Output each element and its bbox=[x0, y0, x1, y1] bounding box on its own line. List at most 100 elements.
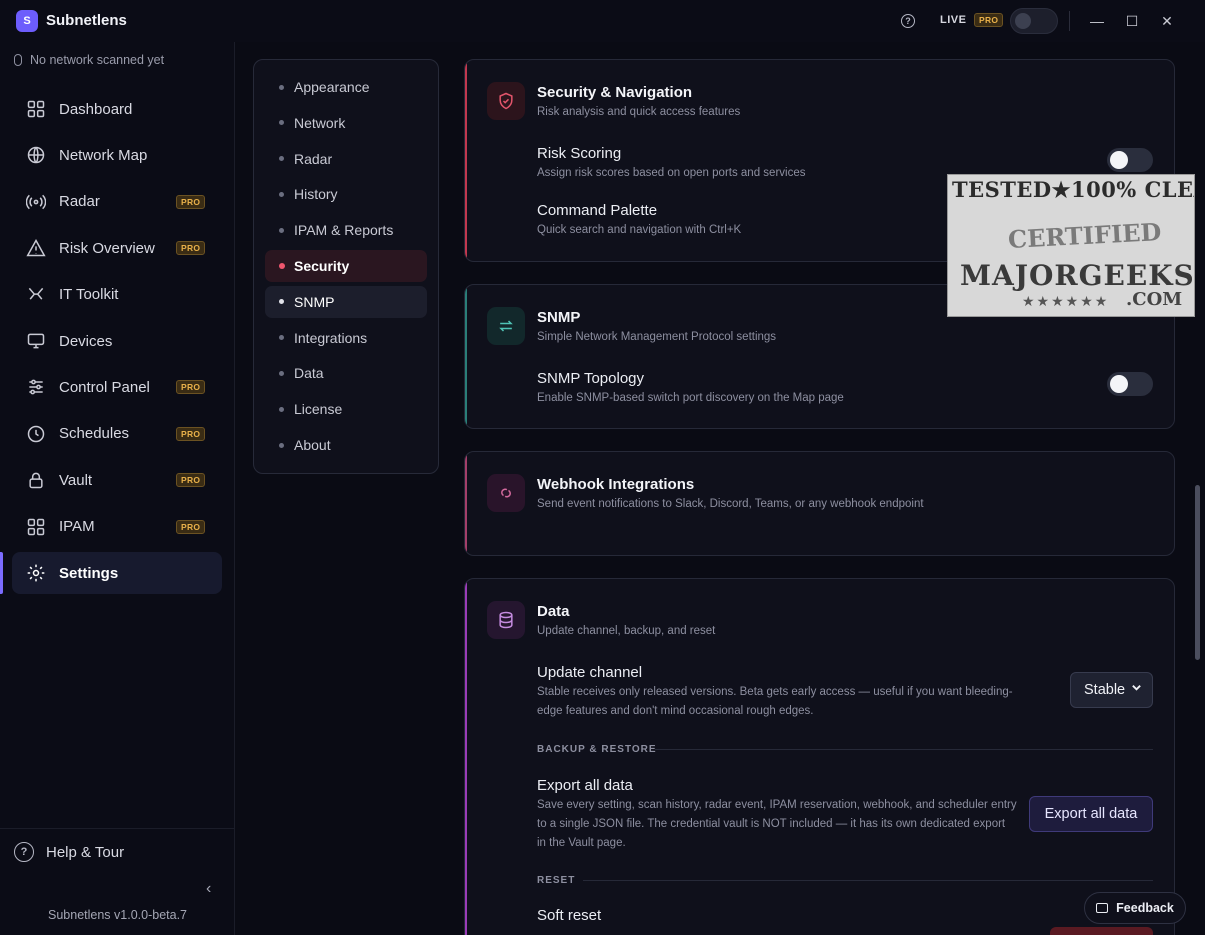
live-toggle[interactable] bbox=[1010, 8, 1058, 34]
webhook-card: Webhook Integrations Send event notifica… bbox=[464, 451, 1175, 556]
settings-nav-license[interactable]: License bbox=[265, 393, 427, 425]
settings-nav-ipam-reports[interactable]: IPAM & Reports bbox=[265, 214, 427, 246]
nav-bullet bbox=[279, 156, 284, 162]
scan-status-text: No network scanned yet bbox=[30, 53, 165, 67]
settings-nav-radar[interactable]: Radar bbox=[265, 143, 427, 175]
snmp-topology-label: SNMP Topology bbox=[537, 370, 645, 387]
sidebar-item-radar[interactable]: Radar PRO bbox=[12, 181, 222, 223]
update-channel-value: Stable bbox=[1084, 682, 1126, 698]
titlebar-divider bbox=[1069, 11, 1070, 31]
settings-nav-snmp[interactable]: SNMP bbox=[265, 285, 427, 318]
settings-nav-data[interactable]: Data bbox=[265, 357, 427, 389]
settings-nav-appearance[interactable]: Appearance bbox=[265, 71, 427, 103]
gear-icon bbox=[26, 563, 46, 583]
pro-badge: PRO bbox=[176, 194, 206, 209]
export-label: Export all data bbox=[537, 777, 633, 794]
sidebar-item-risk-overview[interactable]: Risk Overview PRO bbox=[12, 227, 222, 269]
sidebar-item-label: Dashboard bbox=[59, 100, 133, 118]
webhook-icon bbox=[487, 474, 525, 512]
ipam-grid-icon bbox=[26, 517, 46, 537]
sidebar-item-devices[interactable]: Devices bbox=[12, 320, 222, 362]
settings-nav-label: History bbox=[294, 186, 338, 203]
sidebar-item-label: IPAM bbox=[59, 518, 95, 536]
scan-status: No network scanned yet bbox=[14, 53, 164, 67]
toolkit-icon bbox=[26, 285, 46, 305]
shield-icon bbox=[487, 82, 525, 120]
sidebar-item-control-panel[interactable]: Control Panel PRO bbox=[12, 366, 222, 408]
sidebar-item-network-map[interactable]: Network Map bbox=[12, 134, 222, 176]
scrollbar-thumb[interactable] bbox=[1195, 485, 1200, 660]
settings-nav-about[interactable]: About bbox=[265, 429, 427, 461]
sidebar-item-schedules[interactable]: Schedules PRO bbox=[12, 413, 222, 455]
export-all-data-button[interactable]: Export all data bbox=[1029, 796, 1153, 832]
message-icon bbox=[1096, 903, 1109, 913]
app-logo: S bbox=[16, 10, 38, 32]
update-channel-select[interactable]: Stable bbox=[1070, 672, 1153, 708]
settings-nav-label: SNMP bbox=[294, 293, 335, 310]
sidebar-item-label: IT Toolkit bbox=[59, 286, 119, 304]
settings-nav-history[interactable]: History bbox=[265, 178, 427, 210]
section-divider bbox=[583, 880, 1153, 881]
watermark-stars: ★★★★★★ bbox=[1022, 293, 1110, 309]
nav-bullet bbox=[279, 227, 284, 233]
maximize-icon[interactable]: ☐ bbox=[1123, 12, 1141, 30]
settings-nav-integrations[interactable]: Integrations bbox=[265, 322, 427, 354]
soft-reset-button[interactable] bbox=[1050, 927, 1153, 935]
settings-nav-security[interactable]: Security bbox=[265, 250, 427, 282]
radar-icon bbox=[26, 192, 46, 212]
sidebar-item-settings[interactable]: Settings bbox=[12, 552, 222, 594]
feedback-button[interactable]: Feedback bbox=[1084, 892, 1186, 924]
sidebar-divider bbox=[0, 828, 235, 829]
database-icon bbox=[487, 601, 525, 639]
nav-bullet bbox=[279, 406, 284, 412]
command-palette-description: Quick search and navigation with Ctrl+K bbox=[537, 224, 742, 236]
nav-bullet bbox=[279, 299, 284, 305]
sidebar-item-label: Radar bbox=[59, 193, 100, 211]
card-subtitle: Send event notifications to Slack, Disco… bbox=[537, 498, 924, 510]
close-icon[interactable]: ✕ bbox=[1158, 12, 1176, 30]
sidebar-item-it-toolkit[interactable]: IT Toolkit bbox=[12, 274, 222, 316]
nav-bullet bbox=[279, 120, 284, 126]
sliders-icon bbox=[26, 377, 46, 397]
card-subtitle: Risk analysis and quick access features bbox=[537, 106, 741, 118]
settings-nav-label: Network bbox=[294, 114, 346, 131]
card-title: Webhook Integrations bbox=[537, 476, 695, 493]
globe-icon bbox=[26, 145, 46, 165]
reset-heading: RESET bbox=[537, 875, 576, 886]
help-tour-button[interactable]: ? Help & Tour bbox=[14, 842, 124, 862]
warning-triangle-icon bbox=[26, 238, 46, 258]
collapse-sidebar-icon[interactable]: ‹ bbox=[206, 880, 211, 898]
chevron-down-icon bbox=[1131, 682, 1142, 696]
minimize-icon[interactable]: — bbox=[1088, 12, 1106, 30]
help-icon[interactable]: ? bbox=[901, 14, 915, 28]
watermark-line2: CERTIFIED bbox=[1007, 217, 1163, 254]
risk-scoring-toggle[interactable] bbox=[1107, 148, 1153, 172]
pro-badge: PRO bbox=[176, 519, 206, 534]
sidebar-item-dashboard[interactable]: Dashboard bbox=[12, 88, 222, 130]
backup-restore-heading: BACKUP & RESTORE bbox=[537, 744, 657, 755]
card-subtitle: Simple Network Management Protocol setti… bbox=[537, 331, 777, 343]
update-channel-description: Stable receives only released versions. … bbox=[537, 686, 1013, 717]
nav-bullet bbox=[279, 263, 285, 269]
sidebar-item-label: Devices bbox=[59, 332, 113, 350]
sidebar-item-label: Network Map bbox=[59, 146, 148, 164]
watermark-line1: TESTED★100% CLEAN bbox=[952, 177, 1194, 202]
help-tour-label: Help & Tour bbox=[46, 843, 125, 861]
snmp-topology-toggle[interactable] bbox=[1107, 372, 1153, 396]
settings-subnav: Appearance Network Radar History IPAM & Repo… bbox=[253, 59, 439, 474]
nav-bullet bbox=[279, 370, 284, 376]
card-title: Security & Navigation bbox=[537, 84, 693, 101]
sidebar-item-label: Settings bbox=[59, 564, 119, 582]
command-palette-label: Command Palette bbox=[537, 202, 658, 219]
pro-badge: PRO bbox=[176, 426, 206, 441]
feedback-label: Feedback bbox=[1116, 901, 1174, 915]
toggle-knob bbox=[1015, 13, 1031, 29]
settings-nav-network[interactable]: Network bbox=[265, 107, 427, 139]
export-description: Save every setting, scan history, radar … bbox=[537, 799, 1017, 849]
sidebar-item-vault[interactable]: Vault PRO bbox=[12, 459, 222, 501]
nav-bullet bbox=[279, 84, 284, 90]
toggle-knob bbox=[1110, 151, 1128, 169]
sidebar-item-label: Vault bbox=[59, 471, 93, 489]
card-title: SNMP bbox=[537, 309, 581, 326]
sidebar-item-ipam[interactable]: IPAM PRO bbox=[12, 506, 222, 548]
